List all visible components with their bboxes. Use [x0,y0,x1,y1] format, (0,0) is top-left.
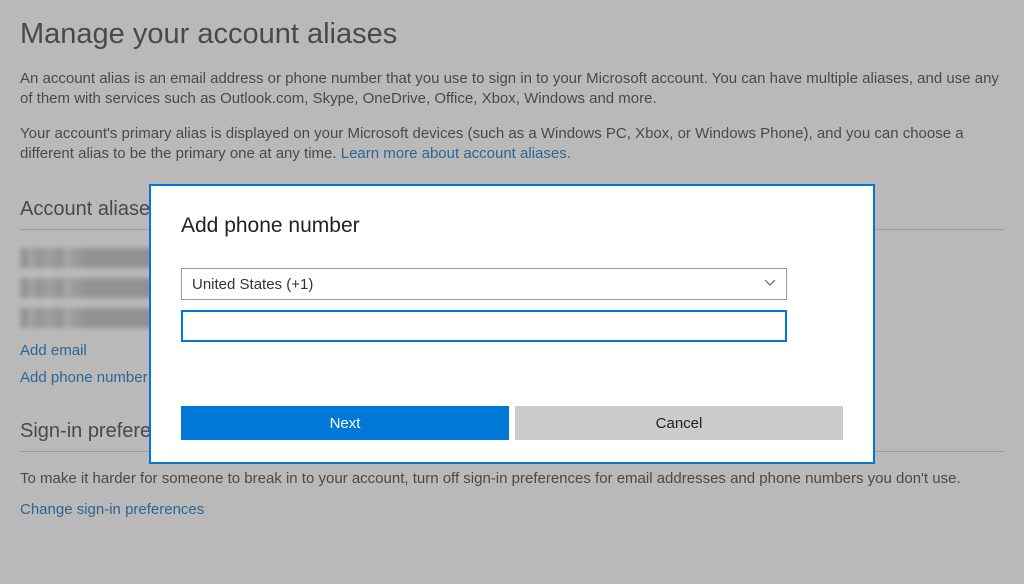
next-button[interactable]: Next [181,406,509,440]
add-phone-modal: Add phone number United States (+1) Next… [149,184,875,464]
cancel-button[interactable]: Cancel [515,406,843,440]
chevron-down-icon [764,276,776,293]
country-code-select[interactable]: United States (+1) [181,268,787,300]
modal-title: Add phone number [181,214,843,238]
country-selected-label: United States (+1) [192,276,313,293]
phone-number-input[interactable] [181,310,787,342]
modal-button-row: Next Cancel [181,406,843,440]
modal-overlay: Add phone number United States (+1) Next… [0,0,1024,584]
